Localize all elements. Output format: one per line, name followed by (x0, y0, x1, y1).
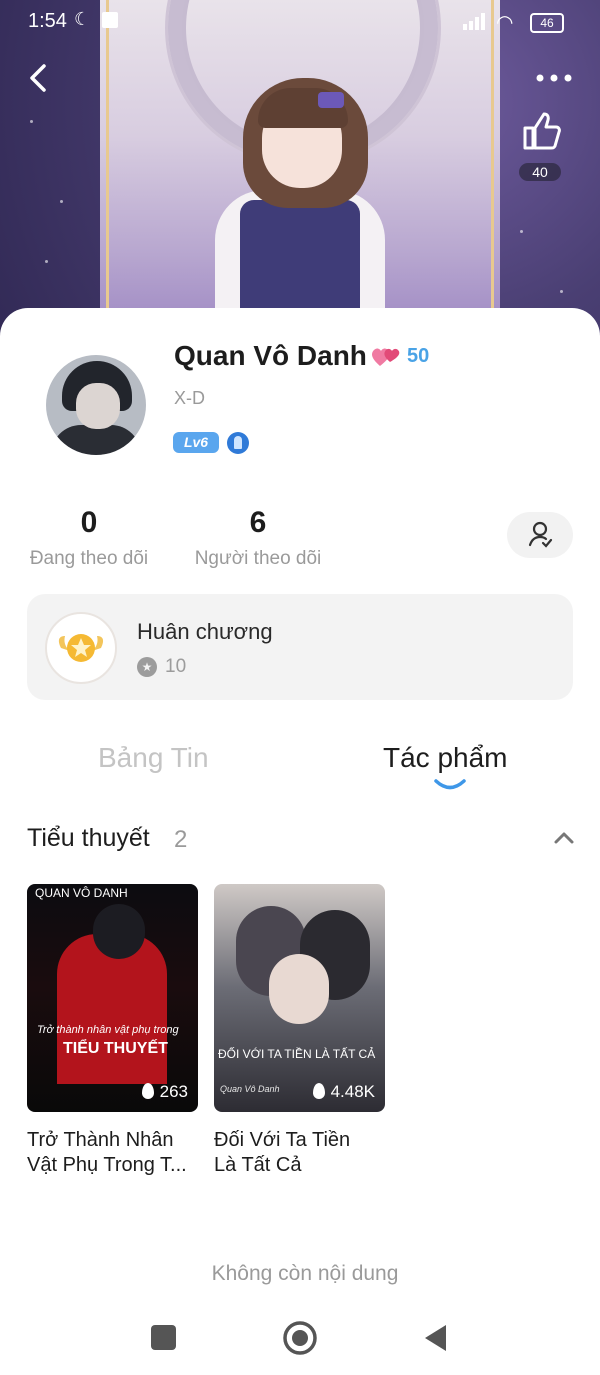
cover-title-text: ĐỐI VỚI TA TIỀN LÀ TẤT CẢ (218, 1047, 376, 1061)
wifi-icon: ◠ (496, 12, 514, 34)
user-follow-icon (528, 521, 553, 548)
followers-label: Người theo dõi (194, 548, 322, 569)
system-nav-bar (0, 1306, 600, 1375)
following-count: 0 (80, 506, 98, 539)
following-stat[interactable]: 0 Đang theo dõi (26, 506, 152, 570)
followers-stat[interactable]: 6 Người theo dõi (191, 506, 325, 570)
battery-icon: 46 (530, 13, 564, 33)
chevron-left-icon (30, 64, 46, 92)
cover-author-text: QUAN VÔ DANH (35, 886, 128, 900)
flame-icon (312, 1083, 325, 1099)
star-icon: ★ (137, 657, 157, 677)
follow-button[interactable] (507, 512, 573, 558)
more-options-button[interactable] (534, 64, 574, 92)
tab-works[interactable]: Tác phẩm (383, 742, 508, 774)
medal-count: 10 (165, 656, 187, 677)
recent-apps-button[interactable] (144, 1318, 184, 1358)
book-heat: 263 (141, 1082, 188, 1102)
medal-icon (45, 612, 117, 684)
book-cover-1[interactable]: QUAN VÔ DANH Trở thành nhân vật phụ tron… (27, 884, 198, 1112)
book-title-1[interactable]: Trở Thành Nhân Vật Phụ Trong T... (27, 1128, 207, 1178)
back-button[interactable] (24, 60, 56, 96)
collapse-button[interactable] (552, 826, 576, 850)
system-back-button[interactable] (416, 1318, 456, 1358)
moon-icon: ☾ (74, 9, 91, 29)
like-count: 40 (519, 163, 561, 181)
cover-author-text: Quan Vô Danh (220, 1084, 280, 1094)
following-label: Đang theo dõi (29, 548, 149, 569)
book-title-2[interactable]: Đối Với Ta Tiền Là Tất Cả (214, 1128, 394, 1178)
upload-icon (102, 12, 118, 28)
chevron-up-icon (554, 832, 574, 844)
like-button[interactable]: 40 (512, 108, 568, 186)
level-badge: Lv6 (173, 432, 219, 453)
thumbs-up-icon (523, 112, 561, 150)
end-of-content-text: Không còn nội dung (211, 1262, 399, 1285)
profile-name: Quan Vô Danh (174, 340, 367, 371)
hearts-icon (372, 348, 400, 366)
verified-badge-icon (227, 432, 249, 454)
followers-count: 6 (249, 506, 267, 539)
circle-icon (283, 1321, 317, 1355)
signal-icon (463, 13, 485, 30)
triangle-left-icon (425, 1325, 446, 1351)
square-icon (151, 1325, 176, 1350)
cover-subtitle-text: Trở thành nhân vật phụ trong (37, 1024, 179, 1036)
more-dots-icon (536, 74, 572, 82)
home-button[interactable] (280, 1318, 320, 1358)
book-heat: 4.48K (312, 1082, 375, 1102)
medal-card[interactable]: Huân chương ★ 10 (27, 594, 573, 700)
book-cover-2[interactable]: ĐỐI VỚI TA TIỀN LÀ TẤT CẢ Quan Vô Danh 4… (214, 884, 385, 1112)
status-bar: 1:54 ☾ ◠ 46 (0, 0, 600, 44)
hearts-count: 50 (407, 345, 430, 367)
cover-title-text: TIỂU THUYẾT (63, 1040, 168, 1057)
profile-cover-image (0, 0, 600, 340)
status-time: 1:54 (28, 10, 67, 32)
section-count: 2 (174, 826, 188, 853)
tab-active-indicator (434, 779, 466, 790)
avatar[interactable] (46, 355, 146, 455)
flame-icon (141, 1083, 154, 1099)
user-id: X-D (174, 388, 205, 408)
medal-title: Huân chương (137, 619, 273, 644)
section-title: Tiểu thuyết (27, 824, 150, 852)
tab-news[interactable]: Bảng Tin (98, 742, 209, 774)
